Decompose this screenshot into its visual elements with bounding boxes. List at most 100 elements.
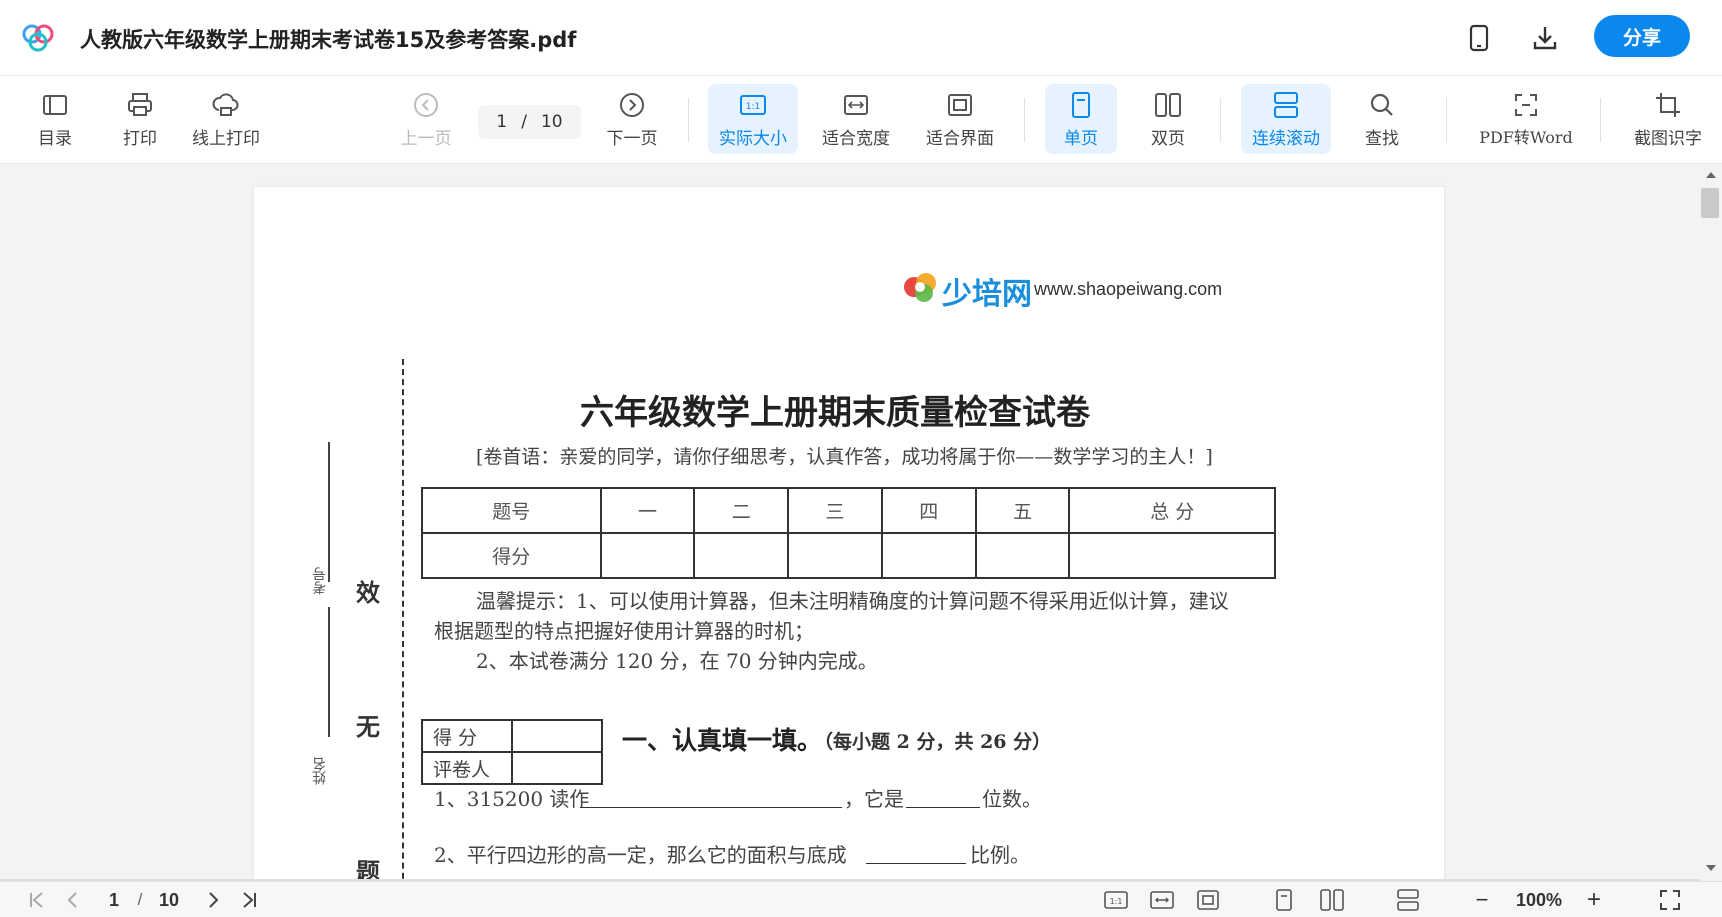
title-bar: 人教版六年级数学上册期末考试卷15及参考答案.pdf 分享 (0, 0, 1722, 76)
question-1-mid: ，它是 (844, 787, 904, 811)
chevron-left-circle-icon (414, 92, 438, 117)
table-cell (511, 719, 603, 753)
table-cell: 题号 (421, 487, 602, 534)
brand-url: www.shaopeiwang.com (1034, 279, 1223, 299)
pdf-to-word-label: PDF转Word (1479, 128, 1573, 147)
toolbar-divider (688, 98, 689, 142)
table-cell: 三 (787, 487, 883, 534)
crop-icon (1656, 92, 1680, 117)
score-table: 题号 一 二 三 四 五 总 分 得分 (421, 487, 1276, 579)
pdf-to-word-button[interactable]: PDF转Word (1474, 84, 1578, 154)
table-cell: 得分 (421, 532, 602, 579)
exam-no-label: 考号 (312, 567, 328, 595)
chevron-right-icon (209, 892, 219, 908)
last-page-button[interactable] (236, 888, 262, 912)
toc-button[interactable]: 目录 (30, 84, 80, 154)
single-page-icon (1072, 91, 1090, 118)
convert-icon (1515, 94, 1537, 116)
find-button[interactable]: 查找 (1352, 84, 1412, 154)
screenshot-ocr-label: 截图识字 (1634, 128, 1702, 149)
status-continuous-scroll-button[interactable] (1394, 888, 1422, 912)
table-cell (511, 751, 603, 785)
zoom-out-button[interactable]: − (1470, 887, 1494, 912)
table-row: 评卷人 (421, 751, 603, 785)
tip-line: 温馨提示：1、可以使用计算器，但未注明精确度的计算问题不得采用近似计算，建议 (476, 589, 1229, 613)
question-2-text: 2、平行四边形的高一定，那么它的面积与底成 (434, 843, 847, 867)
actual-size-icon: 1:1 (740, 94, 766, 115)
status-double-page-button[interactable] (1318, 888, 1346, 912)
table-row: 得分 (421, 532, 1276, 579)
exam-heading: 六年级数学上册期末质量检查试卷 (580, 393, 1090, 433)
question-1-prefix: 1、315200 读作 (434, 787, 590, 811)
document-viewer[interactable]: 少培网 www.shaopeiwang.com 考号 姓名 效 无 题 六年级数… (0, 165, 1722, 881)
toolbar-divider (1220, 98, 1221, 142)
answer-blank (580, 807, 842, 808)
zoom-in-button[interactable]: + (1582, 886, 1606, 913)
double-page-icon (1155, 92, 1181, 117)
share-button[interactable]: 分享 (1594, 15, 1690, 57)
vertical-scrollbar[interactable] (1700, 165, 1722, 881)
prev-page-small-button[interactable] (60, 888, 86, 912)
toolbar-divider (1446, 98, 1447, 142)
fit-page-button[interactable]: 适合界面 (922, 84, 998, 154)
page-separator: / (521, 112, 527, 132)
continuous-scroll-label: 连续滚动 (1252, 128, 1320, 149)
side-char: 题 (356, 857, 380, 881)
online-print-button[interactable]: 线上打印 (188, 84, 264, 154)
toc-label: 目录 (38, 128, 72, 149)
mobile-view-icon[interactable] (1463, 22, 1495, 54)
status-fit-page-button[interactable] (1194, 888, 1222, 912)
status-fit-width-button[interactable] (1148, 888, 1176, 912)
document-title: 人教版六年级数学上册期末考试卷15及参考答案.pdf (80, 28, 577, 52)
exam-no-underline (328, 442, 330, 582)
fullscreen-button[interactable] (1656, 888, 1684, 912)
print-button[interactable]: 打印 (115, 84, 165, 154)
question-1-suffix: 位数。 (982, 787, 1042, 811)
table-cell (1068, 532, 1276, 579)
page-number-input[interactable]: 1 / 10 (478, 105, 581, 139)
name-label: 姓名 (312, 757, 328, 785)
continuous-scroll-icon (1274, 91, 1298, 118)
fit-width-icon (1150, 891, 1174, 909)
cloud-print-icon (212, 92, 239, 116)
status-single-page-button[interactable] (1272, 888, 1296, 912)
fit-width-button[interactable]: 适合宽度 (818, 84, 894, 154)
fit-page-label: 适合界面 (926, 128, 994, 149)
status-current-page[interactable]: 1 (104, 888, 124, 912)
scroll-up-icon[interactable] (1705, 170, 1717, 180)
brand-name: 少培网 (942, 277, 1032, 312)
continuous-scroll-button[interactable]: 连续滚动 (1241, 84, 1331, 154)
toolbar-divider (1600, 98, 1601, 142)
screenshot-ocr-button[interactable]: 截图识字 (1624, 84, 1712, 154)
table-cell (974, 532, 1071, 579)
name-underline (328, 607, 330, 737)
side-char: 效 (356, 578, 380, 607)
toolbar-divider (1024, 98, 1025, 142)
actual-size-button[interactable]: 1:1 实际大小 (708, 84, 798, 154)
next-page-label: 下一页 (606, 128, 658, 149)
first-page-button[interactable] (24, 888, 50, 912)
status-actual-size-button[interactable]: 1:1 (1102, 888, 1130, 912)
scroll-down-icon[interactable] (1705, 863, 1717, 873)
double-page-button[interactable]: 双页 (1132, 84, 1204, 154)
continuous-scroll-icon (1397, 889, 1419, 911)
tip-line: 根据题型的特点把握好使用计算器的时机； (434, 619, 814, 643)
zoom-level[interactable]: 100% (1508, 888, 1570, 912)
prev-page-button[interactable]: 上一页 (398, 84, 454, 154)
actual-size-label: 实际大小 (719, 128, 787, 149)
single-page-button[interactable]: 单页 (1045, 84, 1117, 154)
status-page-separator: / (137, 890, 143, 909)
chevron-left-icon (67, 892, 77, 908)
grader-table: 得 分 评卷人 (421, 719, 603, 785)
single-page-label: 单页 (1064, 128, 1098, 149)
binding-dashed-line (402, 359, 404, 881)
current-page-value: 1 (496, 112, 508, 132)
sidebar-toc-icon (43, 94, 67, 115)
actual-size-icon-text: 1:1 (1110, 897, 1123, 906)
download-icon[interactable] (1529, 22, 1561, 54)
table-cell: 得 分 (421, 719, 513, 753)
next-page-small-button[interactable] (200, 888, 226, 912)
scroll-thumb[interactable] (1701, 188, 1719, 218)
next-page-button[interactable]: 下一页 (604, 84, 660, 154)
printer-icon (128, 92, 152, 116)
